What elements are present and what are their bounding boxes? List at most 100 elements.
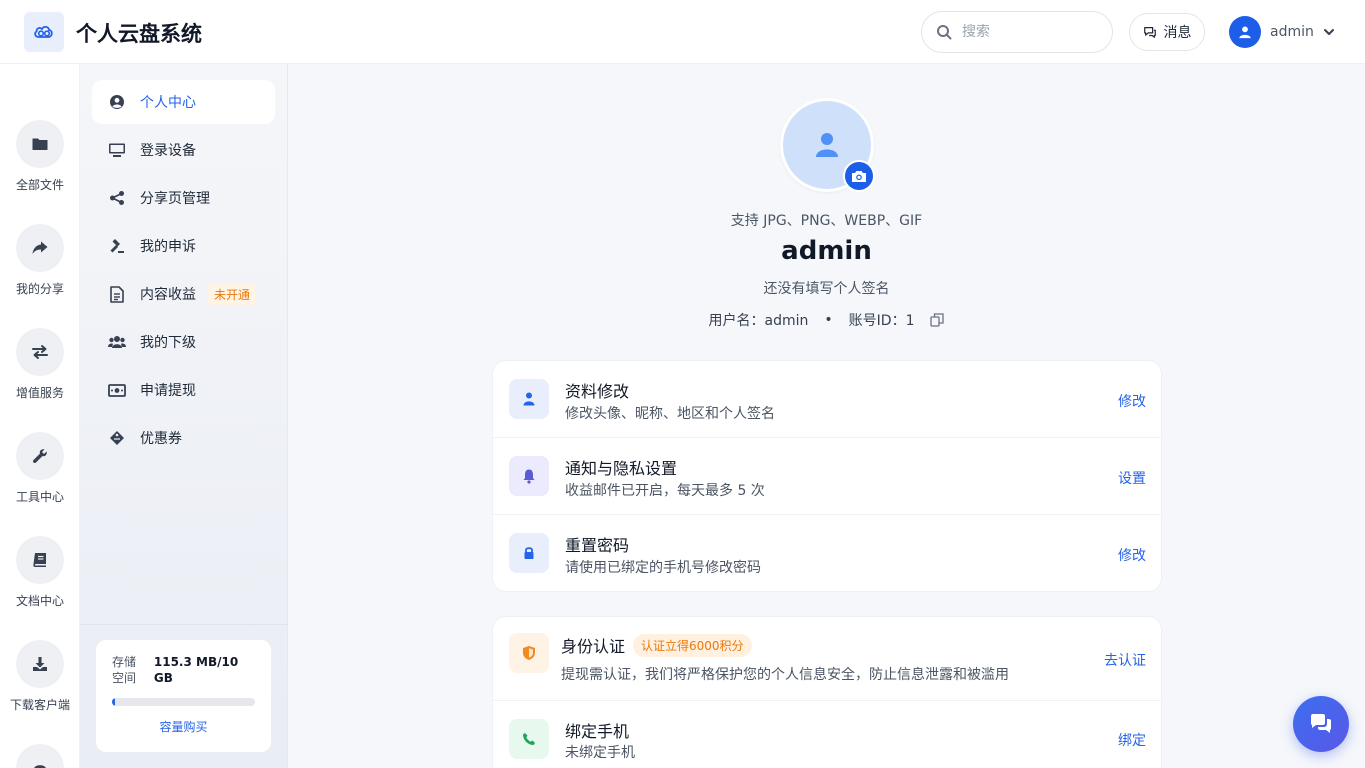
- rail-item-my-shares[interactable]: 我的分享: [0, 224, 79, 297]
- verification-card: 身份认证 认证立得6000积分 提现需认证，我们将严格保护您的个人信息安全，防止信…: [492, 616, 1162, 768]
- verification-row-identity: 身份认证 认证立得6000积分 提现需认证，我们将严格保护您的个人信息安全，防止信…: [493, 617, 1161, 701]
- main-content: 支持 JPG、PNG、WEBP、GIF admin 还没有填写个人签名 用户名：…: [288, 64, 1365, 768]
- row-desc: 请使用已绑定的手机号修改密码: [565, 560, 761, 576]
- row-title: 重置密码: [565, 536, 630, 555]
- rail-item-more[interactable]: [0, 744, 79, 768]
- user-icon: [816, 133, 838, 157]
- buy-storage-link[interactable]: 容量购买: [112, 718, 255, 735]
- money-icon: [108, 381, 126, 399]
- search-input[interactable]: [962, 24, 1092, 40]
- subnav-label: 优惠券: [140, 431, 182, 447]
- rail-icon-circle: [16, 744, 64, 768]
- row-title: 通知与隐私设置: [565, 459, 678, 478]
- rail-label: 全部文件: [15, 178, 64, 192]
- rail-label: 下载客户端: [9, 698, 70, 712]
- rail-icon-circle: [16, 120, 64, 168]
- account-id-text: 账号ID：1: [848, 313, 915, 329]
- subnav-label: 我的申诉: [140, 239, 196, 255]
- lock-icon: [524, 547, 534, 559]
- subnav-item-profile[interactable]: 个人中心: [92, 80, 275, 124]
- row-icon-box: [509, 533, 549, 573]
- chat-bubbles-icon: [1311, 714, 1331, 733]
- subnav-item-login-devices[interactable]: 登录设备: [92, 128, 275, 172]
- chat-icon: [1143, 27, 1156, 38]
- subnav-item-withdraw[interactable]: 申请提现: [92, 368, 275, 412]
- not-activated-badge: 未开通: [208, 283, 257, 305]
- verification-row-phone: 绑定手机 未绑定手机 绑定: [493, 701, 1161, 768]
- verify-identity-link[interactable]: 去认证: [1104, 650, 1146, 670]
- storage-card: 存储空间 115.3 MB/10 GB 容量购买: [96, 640, 271, 752]
- user-name: admin: [1270, 24, 1314, 40]
- app-title: 个人云盘系统: [76, 22, 202, 46]
- icon-rail: 全部文件 我的分享 增值服务 工具中心 文档中心 下载客户端: [0, 64, 80, 768]
- messages-label: 消息: [1163, 25, 1192, 41]
- rail-item-download-client[interactable]: 下载客户端: [0, 640, 79, 713]
- rail-item-tools[interactable]: 工具中心: [0, 432, 79, 505]
- subnav-label: 分享页管理: [140, 191, 210, 207]
- edit-profile-link[interactable]: 修改: [1118, 391, 1146, 411]
- settings-row-profile-edit: 资料修改 修改头像、昵称、地区和个人签名 修改: [493, 361, 1161, 438]
- rail-item-all-files[interactable]: 全部文件: [0, 120, 79, 193]
- rail-item-docs[interactable]: 文档中心: [0, 536, 79, 609]
- users-icon: [108, 333, 126, 351]
- avatar-formats-hint: 支持 JPG、PNG、WEBP、GIF: [730, 213, 923, 229]
- row-title: 绑定手机: [565, 722, 630, 741]
- account-meta: 用户名：admin • 账号ID：1: [288, 310, 1365, 330]
- avatar: [1229, 16, 1261, 48]
- shield-icon: [523, 646, 535, 660]
- ticket-icon: [108, 429, 126, 447]
- row-icon-box: [509, 456, 549, 496]
- rail-item-value-added[interactable]: 增值服务: [0, 328, 79, 401]
- gavel-icon: [108, 237, 126, 255]
- rail-label: 工具中心: [15, 490, 64, 504]
- user-icon: [523, 392, 535, 406]
- messages-button[interactable]: 消息: [1129, 13, 1205, 51]
- camera-icon: [852, 171, 866, 182]
- search-icon: [937, 25, 952, 40]
- row-desc: 提现需认证，我们将严格保护您的个人信息安全，防止信息泄露和被滥用: [561, 667, 1009, 683]
- customer-service-button[interactable]: [1293, 696, 1349, 752]
- subnav-item-coupons[interactable]: 优惠券: [92, 416, 275, 460]
- storage-value: 115.3 MB/10 GB: [153, 655, 239, 685]
- notification-settings-link[interactable]: 设置: [1118, 468, 1146, 488]
- subnav-label: 登录设备: [140, 143, 196, 159]
- share-nodes-icon: [108, 189, 126, 207]
- phone-icon: [523, 733, 535, 745]
- copy-icon[interactable]: [930, 313, 945, 327]
- settings-row-reset-password: 重置密码 请使用已绑定的手机号修改密码 修改: [493, 515, 1161, 592]
- share-arrow-icon: [32, 241, 48, 254]
- monitor-icon: [108, 141, 126, 159]
- subnav-item-subordinates[interactable]: 我的下级: [92, 320, 275, 364]
- top-header: 个人云盘系统 消息 admin: [0, 0, 1365, 64]
- rail-label: 增值服务: [15, 386, 64, 400]
- search-box[interactable]: [921, 11, 1113, 53]
- username-text: 用户名：admin: [708, 313, 809, 329]
- row-desc: 未绑定手机: [565, 745, 635, 761]
- subnav-item-share-pages[interactable]: 分享页管理: [92, 176, 275, 220]
- user-icon: [1239, 26, 1251, 39]
- row-desc: 收益邮件已开启，每天最多 5 次: [565, 483, 765, 499]
- rail-icon-circle: [16, 536, 64, 584]
- rail-icon-circle: [16, 640, 64, 688]
- reset-password-link[interactable]: 修改: [1118, 545, 1146, 565]
- user-circle-icon: [108, 93, 126, 111]
- app-logo[interactable]: [24, 12, 64, 52]
- settings-row-notifications: 通知与隐私设置 收益邮件已开启，每天最多 5 次 设置: [493, 438, 1161, 515]
- cloud-logo-icon: [34, 25, 53, 38]
- subnav-label: 我的下级: [140, 335, 196, 351]
- row-icon-box: [509, 719, 549, 759]
- row-icon-box: [509, 633, 549, 673]
- profile-subnav: 个人中心 登录设备 分享页管理 我的申诉 内容收益 未开通 我的下级 申请提现 …: [80, 64, 288, 768]
- chevron-down-icon: [1323, 29, 1334, 35]
- storage-progress-bar: [112, 698, 255, 706]
- subnav-item-content-earnings[interactable]: 内容收益 未开通: [92, 272, 275, 316]
- storage-label: 存储空间: [112, 655, 137, 685]
- settings-card: 资料修改 修改头像、昵称、地区和个人签名 修改 通知与隐私设置 收益邮件已开启，…: [492, 360, 1162, 592]
- change-avatar-button[interactable]: [843, 160, 875, 192]
- identity-title: 身份认证: [561, 637, 626, 656]
- bind-phone-link[interactable]: 绑定: [1118, 730, 1146, 750]
- rail-icon-circle: [16, 432, 64, 480]
- wrench-icon: [32, 449, 47, 464]
- subnav-item-appeals[interactable]: 我的申诉: [92, 224, 275, 268]
- user-menu[interactable]: admin: [1229, 16, 1335, 48]
